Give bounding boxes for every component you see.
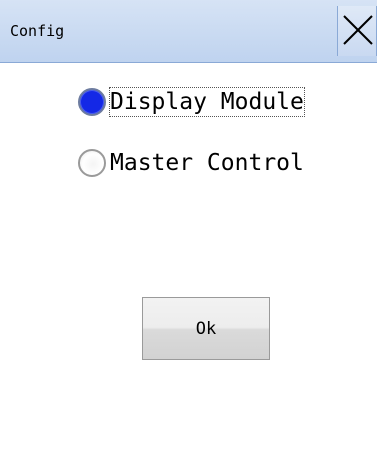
option-master-control[interactable]: Master Control	[78, 148, 304, 178]
option-display-module-label[interactable]: Display Module	[109, 87, 305, 117]
ok-button[interactable]: Ok	[142, 297, 270, 360]
window-title: Config	[10, 22, 65, 40]
radio-display-module[interactable]	[78, 88, 106, 116]
option-master-control-label[interactable]: Master Control	[110, 149, 304, 177]
close-button[interactable]	[337, 6, 377, 56]
radio-master-control[interactable]	[78, 149, 106, 177]
ok-button-label: Ok	[195, 318, 217, 339]
title-bar: Config	[0, 0, 377, 63]
option-display-module[interactable]: Display Module	[78, 87, 305, 117]
